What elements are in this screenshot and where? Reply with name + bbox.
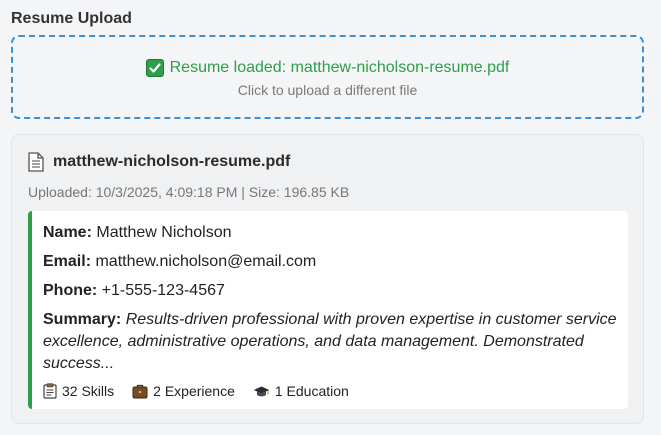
name-value: Matthew Nicholson [96, 224, 232, 241]
phone-value: +1-555-123-4567 [101, 282, 225, 299]
name-label: Name: [43, 224, 92, 241]
graduation-cap-icon [253, 386, 270, 396]
email-field: Email: matthew.nicholson@email.com [43, 251, 618, 273]
education-count-text: 1 Education [274, 383, 349, 399]
dropzone-status-text: Resume loaded: matthew-nicholson-resume.… [169, 58, 510, 76]
dropzone-status-row: Resume loaded: matthew-nicholson-resume.… [145, 58, 510, 77]
summary-field: Summary: Results-driven professional wit… [43, 309, 618, 375]
file-meta: Uploaded: 10/3/2025, 4:09:18 PM | Size: … [28, 184, 350, 200]
email-label: Email: [43, 253, 92, 270]
phone-field: Phone: +1-555-123-4567 [43, 280, 618, 302]
resume-file-card: matthew-nicholson-resume.pdf Uploaded: 1… [11, 134, 644, 424]
name-field: Name: Matthew Nicholson [43, 222, 618, 244]
dropzone-hint: Click to upload a different file [237, 81, 418, 98]
experience-count: 2 Experience [132, 383, 235, 399]
clipboard-icon [43, 383, 57, 399]
section-title: Resume Upload [11, 10, 132, 27]
resume-dropzone[interactable]: Resume loaded: matthew-nicholson-resume.… [11, 35, 644, 119]
parsed-details: Name: Matthew Nicholson Email: matthew.n… [28, 211, 628, 409]
briefcase-icon [132, 384, 148, 398]
file-name: matthew-nicholson-resume.pdf [53, 153, 291, 170]
file-header: matthew-nicholson-resume.pdf [28, 152, 290, 172]
skills-count-text: 32 Skills [62, 383, 115, 399]
check-icon [145, 58, 164, 77]
resume-counts: 32 Skills 2 Experience 1 Education [43, 383, 618, 399]
skills-count: 32 Skills [43, 383, 114, 399]
email-value: matthew.nicholson@email.com [95, 253, 317, 270]
education-count: 1 Education [253, 383, 349, 399]
summary-label: Summary: [43, 311, 122, 328]
summary-value: Results-driven professional with proven … [43, 311, 617, 372]
document-icon [28, 152, 44, 172]
experience-count-text: 2 Experience [153, 383, 235, 399]
phone-label: Phone: [43, 282, 98, 299]
